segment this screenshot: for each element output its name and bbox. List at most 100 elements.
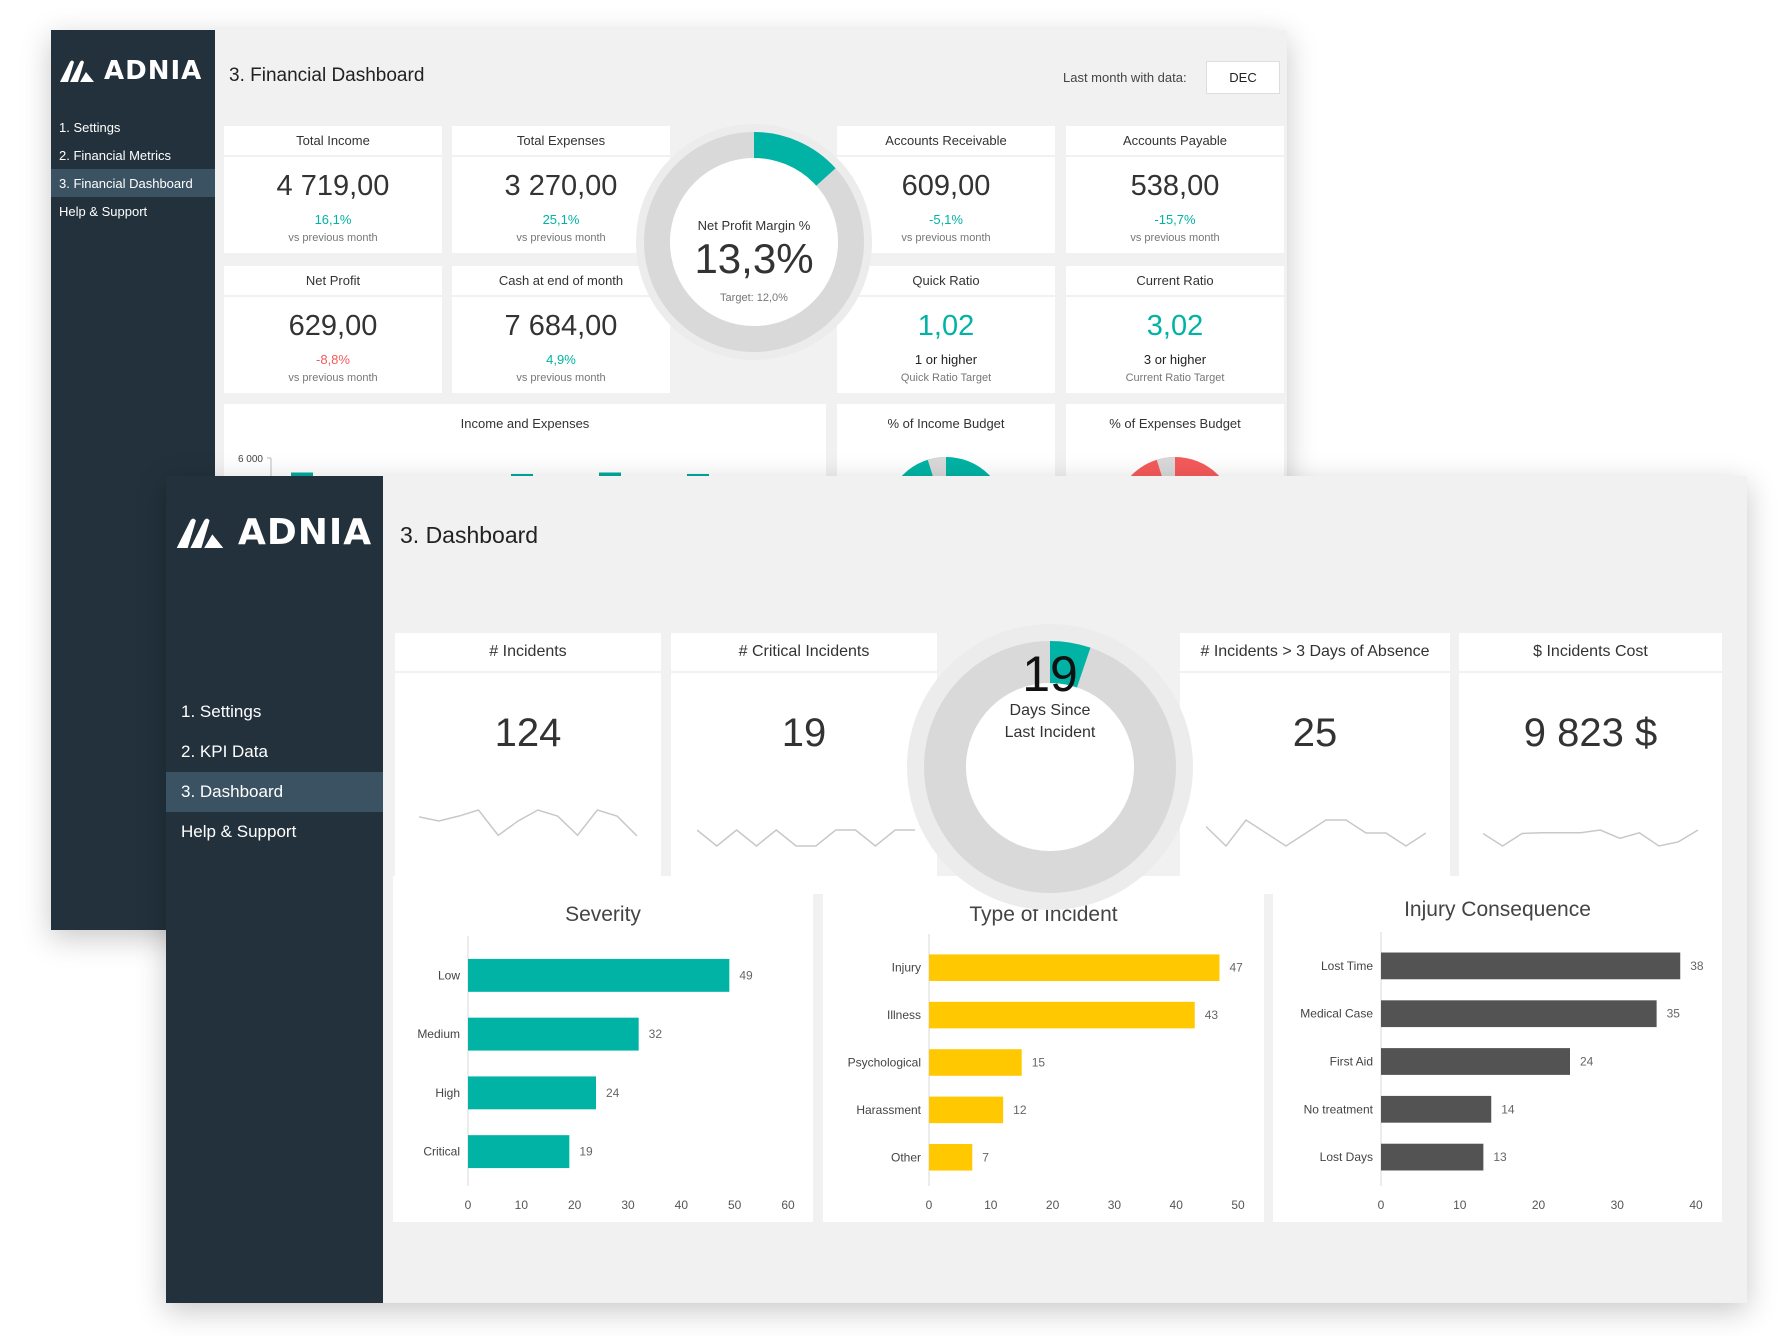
type-of-incident-chart: Type of Incident Injury 47 Illness 43 Psycho… — [823, 876, 1264, 1222]
category-label: Other — [891, 1150, 921, 1164]
category-label: Low — [438, 968, 460, 982]
data-label: 12 — [1013, 1103, 1027, 1117]
kpi-incidents-absence: # Incidents > 3 Days of Absence 25 — [1180, 633, 1450, 894]
kpi-value: 538,00 — [1130, 170, 1220, 202]
kpi-incidents: # Incidents 124 — [395, 633, 661, 894]
nav-item-financial-dashboard[interactable]: 3. Financial Dashboard — [51, 169, 215, 197]
data-label: 13 — [1493, 1150, 1507, 1164]
kpi-title: $ Incidents Cost — [1459, 633, 1722, 673]
incidents-cost-sparkline — [1483, 829, 1698, 847]
kpi-net-profit: Net Profit 629,00 -8,8% vs previous mont… — [224, 266, 442, 393]
nav-label: 1. Settings — [181, 702, 262, 721]
kpi-title: Accounts Payable — [1066, 126, 1284, 157]
nav-label: Help & Support — [59, 203, 148, 219]
kpi-value: 19 — [781, 711, 827, 755]
y-tick-label: 6 000 — [238, 454, 263, 465]
category-label: No treatment — [1304, 1102, 1374, 1116]
category-label: Lost Time — [1321, 959, 1373, 973]
gauge-track-arc — [1156, 456, 1176, 481]
logo-text: ADNIA — [238, 512, 373, 553]
injury-consequence-chart: Injury Consequence Lost Time 38 Medical Ca… — [1273, 876, 1722, 1222]
logo-text: ADNIA — [104, 56, 203, 86]
bar — [929, 954, 1220, 981]
category-label: Harassment — [856, 1103, 921, 1117]
tick-label: 30 — [621, 1198, 635, 1212]
npm-label: Net Profit Margin % — [697, 218, 811, 233]
tick-label: 60 — [781, 1198, 795, 1212]
tick-label: 0 — [1378, 1198, 1385, 1212]
adnia-logo-icon — [176, 518, 224, 548]
last-month-select[interactable]: DEC — [1206, 61, 1280, 94]
severity-bar-chart: Low 49 Medium 32 High 24 Critical 19 0 10 20 30 40 50… — [417, 936, 795, 1212]
category-label: First Aid — [1330, 1055, 1373, 1069]
kpi-title: Total Income — [224, 126, 442, 157]
kpi-title: Net Profit — [224, 266, 442, 297]
data-label: 24 — [1580, 1055, 1594, 1069]
kpi-change: 16,1% — [314, 212, 352, 227]
bar — [929, 1001, 1195, 1029]
kpi-value: 124 — [494, 711, 562, 755]
kpi-note: Quick Ratio Target — [900, 372, 992, 384]
data-label: 35 — [1667, 1007, 1681, 1021]
kpi-title: # Incidents — [395, 633, 661, 673]
kpi-total-income: Total Income 4 719,00 16,1% vs previous … — [224, 126, 442, 253]
kpi-current-ratio: Current Ratio 3,02 3 or higher Current R… — [1066, 266, 1284, 393]
category-label: Critical — [423, 1145, 460, 1159]
nav-item-settings[interactable]: 1. Settings — [51, 113, 215, 141]
kpi-value: 9 823 $ — [1523, 711, 1658, 755]
data-label: 49 — [739, 968, 753, 982]
bar — [1381, 1143, 1484, 1171]
nav-label: 3. Dashboard — [181, 782, 284, 801]
data-label: 47 — [1229, 961, 1243, 975]
category-label: Lost Days — [1320, 1150, 1373, 1164]
kpi-critical-incidents: # Critical Incidents 19 — [671, 633, 937, 894]
nav-item-kpi-data[interactable]: 2. KPI Data — [166, 732, 383, 772]
data-label: 19 — [579, 1145, 593, 1159]
logo: ADNIA — [174, 512, 372, 553]
kpi-change: -15,7% — [1154, 212, 1196, 227]
critical-incidents-sparkline — [697, 829, 915, 847]
nav-label: 2. KPI Data — [181, 742, 268, 761]
npm-target-label: Target: — [720, 292, 754, 304]
kpi-accounts-payable: Accounts Payable 538,00 -15,7% vs previo… — [1066, 126, 1284, 253]
tick-label: 50 — [728, 1198, 742, 1212]
nav-item-dashboard[interactable]: 3. Dashboard — [166, 772, 383, 812]
bar — [1381, 1048, 1570, 1075]
bar — [1381, 952, 1681, 980]
nav-item-settings[interactable]: 1. Settings — [166, 692, 383, 732]
last-month-label: Last month with data: — [1063, 70, 1187, 85]
nav-item-financial-metrics[interactable]: 2. Financial Metrics — [51, 141, 215, 169]
sparkline-path — [1206, 818, 1426, 848]
bar — [1381, 1095, 1492, 1123]
tick-label: 0 — [926, 1198, 933, 1212]
kpi-title: Current Ratio — [1066, 266, 1284, 297]
adnia-logo-icon — [60, 60, 94, 82]
sparkline-path — [1483, 829, 1698, 847]
gauge-title: % of Income Budget — [887, 416, 1005, 431]
tick-label: 0 — [465, 1198, 472, 1212]
tick-label: 40 — [675, 1198, 689, 1212]
tick-label: 20 — [568, 1198, 582, 1212]
nav-label: 1. Settings — [59, 119, 121, 135]
data-label: 32 — [649, 1027, 663, 1041]
tick-label: 50 — [1231, 1198, 1245, 1212]
kpi-title: # Critical Incidents — [671, 633, 937, 673]
days-since-value: 19 — [1022, 646, 1078, 702]
data-label: 14 — [1501, 1102, 1515, 1116]
nav-item-help-support[interactable]: Help & Support — [166, 812, 383, 852]
nav-item-help-support[interactable]: Help & Support — [51, 197, 215, 225]
injury-consequence-bar-chart: Lost Time 38 Medical Case 35 First Aid 24 No t… — [1300, 932, 1704, 1212]
tick-label: 30 — [1611, 1198, 1625, 1212]
category-label: Psychological — [848, 1056, 921, 1070]
kpi-value: 3,02 — [1146, 310, 1204, 342]
npm-value: 13,3% — [694, 235, 814, 282]
npm-target: Target: 12,0% — [674, 292, 834, 304]
kpi-note: vs previous month — [516, 372, 606, 384]
tick-label: 40 — [1170, 1198, 1184, 1212]
kpi-title: # Incidents > 3 Days of Absence — [1180, 633, 1450, 673]
data-label: 24 — [606, 1086, 620, 1100]
incident-dashboard-window: ADNIA 1. Settings 2. KPI Data 3. Dashboa… — [166, 476, 1747, 1303]
tick-label: 20 — [1046, 1198, 1060, 1212]
nav-label: 2. Financial Metrics — [59, 147, 171, 163]
bar — [468, 1017, 639, 1051]
